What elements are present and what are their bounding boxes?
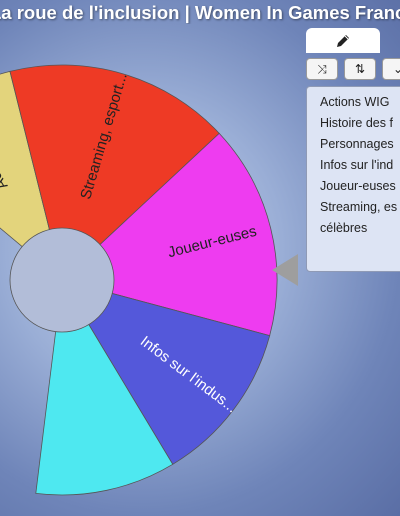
wheel-pointer <box>272 254 298 286</box>
sort-icon: ⇅ <box>354 62 366 76</box>
entry-line: célèbres <box>320 221 368 235</box>
pencil-icon <box>337 34 349 47</box>
entries-panel: ⤨ ⇅ ⌄ Actions WIG Histoire des f Personn… <box>306 28 400 274</box>
entry-line: Infos sur l'ind <box>320 158 394 172</box>
entry-line: Actions WIG <box>320 95 390 109</box>
shuffle-button[interactable]: ⤨ <box>306 58 338 80</box>
entry-line: Histoire des f <box>320 116 393 130</box>
wheel-hub[interactable] <box>9 227 115 333</box>
entry-line: Personnages <box>320 137 394 151</box>
entry-line: Joueur-euses <box>320 179 396 193</box>
tab-entries[interactable] <box>306 28 380 53</box>
more-button[interactable]: ⌄ <box>382 58 400 80</box>
more-icon: ⌄ <box>392 62 400 76</box>
entries-textarea[interactable]: Actions WIG Histoire des f Personnages I… <box>306 86 400 272</box>
entries-toolbar: ⤨ ⇅ ⌄ <box>306 58 400 80</box>
entry-line: Streaming, es <box>320 200 398 214</box>
sort-button[interactable]: ⇅ <box>344 58 376 80</box>
shuffle-icon: ⤨ <box>317 61 327 76</box>
